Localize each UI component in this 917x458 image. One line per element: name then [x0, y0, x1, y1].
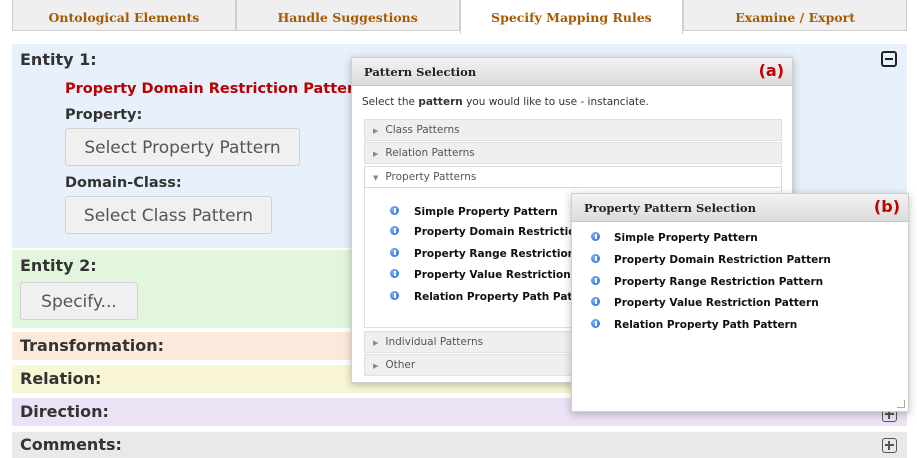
- pattern-item[interactable]: Property Domain Restriction: [414, 226, 583, 238]
- pattern-item[interactable]: Property Value Restriction Pa: [414, 269, 589, 281]
- property-pattern-selection-dialog: Property Pattern Selection (b) Simple Pr…: [571, 193, 909, 412]
- tab-handle-suggestions[interactable]: Handle Suggestions: [235, 0, 460, 31]
- info-icon: [390, 291, 399, 300]
- tab-bar: Ontological Elements Handle Suggestions …: [12, 0, 907, 34]
- specify-button[interactable]: Specify...: [20, 282, 138, 320]
- resize-handle-icon[interactable]: [897, 400, 905, 408]
- transformation-title: Transformation:: [20, 336, 164, 355]
- info-icon: [390, 269, 399, 278]
- domain-class-label: Domain-Class:: [65, 175, 182, 191]
- pattern-item[interactable]: Simple Property Pattern: [414, 206, 558, 218]
- entity1-pattern-title: Property Domain Restriction Pattern: [65, 81, 365, 97]
- info-icon: [591, 232, 600, 241]
- chevron-right-icon: ▶: [373, 127, 379, 135]
- expand-icon[interactable]: [882, 438, 897, 453]
- relation-title: Relation:: [20, 369, 102, 388]
- select-property-pattern-button[interactable]: Select Property Pattern: [65, 128, 300, 166]
- instruction-text: Select the: [362, 96, 419, 108]
- dialog-tag-b: (b): [873, 197, 900, 216]
- dialog-header[interactable]: Pattern Selection (a): [352, 58, 792, 86]
- info-icon: [591, 297, 600, 306]
- chevron-right-icon: ▶: [373, 150, 379, 158]
- property-pattern-item[interactable]: Relation Property Path Pattern: [614, 319, 797, 331]
- dialog-title: Property Pattern Selection: [584, 201, 756, 215]
- tab-examine-export[interactable]: Examine / Export: [683, 0, 907, 31]
- property-pattern-item[interactable]: Simple Property Pattern: [614, 232, 758, 244]
- info-icon: [390, 226, 399, 235]
- chevron-right-icon: ▶: [373, 339, 379, 347]
- info-icon: [390, 206, 399, 215]
- entity1-title: Entity 1:: [20, 50, 97, 69]
- accordion-label: Individual Patterns: [385, 336, 484, 348]
- select-class-pattern-button[interactable]: Select Class Pattern: [65, 196, 272, 234]
- pattern-item[interactable]: Relation Property Path Patter: [414, 291, 590, 303]
- property-label: Property:: [65, 107, 143, 123]
- chevron-right-icon: ▶: [373, 362, 379, 370]
- info-icon: [591, 276, 600, 285]
- info-icon: [591, 254, 600, 263]
- dialog-tag-a: (a): [758, 61, 784, 80]
- dialog-instruction: Select the pattern you would like to use…: [362, 96, 649, 108]
- accordion-label: Property Patterns: [385, 171, 477, 183]
- dialog-title: Pattern Selection: [364, 65, 477, 79]
- entity2-title: Entity 2:: [20, 256, 97, 275]
- collapse-icon[interactable]: [881, 51, 897, 67]
- accordion-property-patterns[interactable]: ▼ Property Patterns: [364, 166, 782, 188]
- info-icon: [390, 248, 399, 257]
- accordion-label: Class Patterns: [385, 124, 460, 136]
- info-icon: [591, 319, 600, 328]
- dialog-header[interactable]: Property Pattern Selection (b): [572, 194, 908, 222]
- tab-ontological-elements[interactable]: Ontological Elements: [12, 0, 236, 31]
- accordion-label: Relation Patterns: [385, 147, 475, 159]
- property-pattern-item[interactable]: Property Range Restriction Pattern: [614, 276, 823, 288]
- tab-specify-mapping-rules[interactable]: Specify Mapping Rules: [459, 0, 684, 34]
- chevron-down-icon: ▼: [373, 174, 379, 182]
- direction-title: Direction:: [20, 402, 109, 421]
- property-pattern-item[interactable]: Property Value Restriction Pattern: [614, 297, 819, 309]
- property-pattern-item[interactable]: Property Domain Restriction Pattern: [614, 254, 831, 266]
- accordion-label: Other: [385, 359, 416, 371]
- instruction-text: you would like to use - instanciate.: [462, 96, 649, 108]
- instruction-emphasis: pattern: [418, 96, 463, 108]
- accordion-class-patterns[interactable]: ▶ Class Patterns: [364, 119, 782, 141]
- comments-section[interactable]: Comments:: [12, 432, 907, 458]
- comments-title: Comments:: [20, 435, 122, 454]
- accordion-relation-patterns[interactable]: ▶ Relation Patterns: [364, 142, 782, 164]
- pattern-item[interactable]: Property Range Restriction P: [414, 248, 587, 260]
